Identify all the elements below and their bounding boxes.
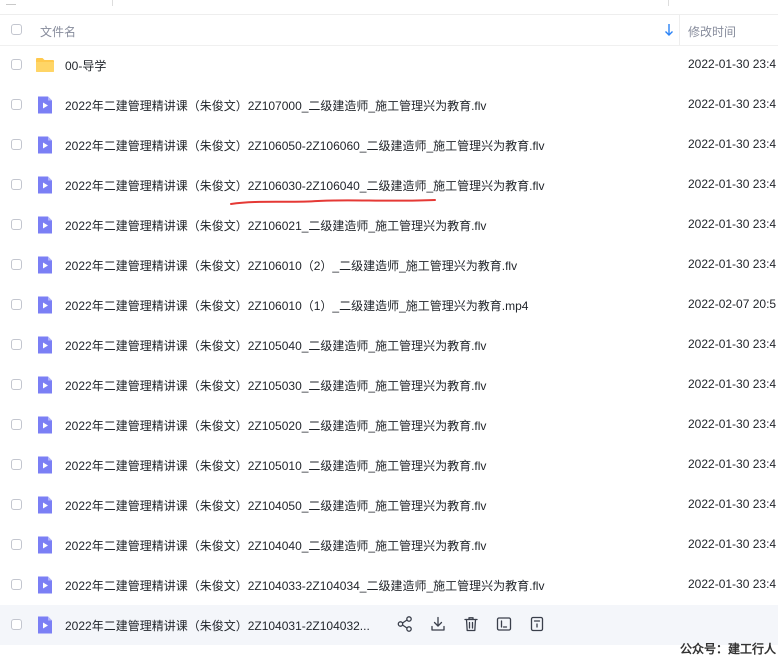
video-file-icon [35,215,55,240]
modified-time: 2022-01-30 23:4 [688,177,777,191]
top-toolbar-edge [0,0,778,15]
file-name[interactable]: 2022年二建管理精讲课（朱俊文）2Z105010_二级建造师_施工管理兴为教育… [65,457,486,474]
file-name[interactable]: 2022年二建管理精讲课（朱俊文）2Z105040_二级建造师_施工管理兴为教育… [65,337,486,354]
file-row[interactable]: 2022年二建管理精讲课（朱俊文）2Z104050_二级建造师_施工管理兴为教育… [0,485,778,525]
modified-time: 2022-01-30 23:4 [688,57,777,71]
sort-descending-icon[interactable] [664,23,674,37]
file-row[interactable]: 2022年二建管理精讲课（朱俊文）2Z106010（1）_二级建造师_施工管理兴… [0,285,778,325]
file-name[interactable]: 2022年二建管理精讲课（朱俊文）2Z105020_二级建造师_施工管理兴为教育… [65,417,486,434]
file-list-page: 文件名 修改时间 00-导学 2022-01-30 23:4 2022年二建管理精讲… [0,0,778,657]
file-row[interactable]: 2022年二建管理精讲课（朱俊文）2Z104031-2Z104032... [0,605,778,645]
row-checkbox[interactable] [11,139,22,150]
video-file-icon [35,575,55,600]
video-file-icon [35,375,55,400]
row-checkbox[interactable] [11,379,22,390]
file-row[interactable]: 2022年二建管理精讲课（朱俊文）2Z106010（2）_二级建造师_施工管理兴… [0,245,778,285]
video-file-icon [35,175,55,200]
row-checkbox[interactable] [11,59,22,70]
video-file-icon [35,135,55,160]
modified-time: 2022-01-30 23:4 [688,577,777,591]
file-row[interactable]: 2022年二建管理精讲课（朱俊文）2Z105040_二级建造师_施工管理兴为教育… [0,325,778,365]
file-row[interactable]: 2022年二建管理精讲课（朱俊文）2Z105020_二级建造师_施工管理兴为教育… [0,405,778,445]
modified-time: 2022-01-30 23:4 [688,377,777,391]
row-checkbox[interactable] [11,339,22,350]
column-divider[interactable] [679,15,680,45]
video-file-icon [35,255,55,280]
modified-time: 2022-01-30 23:4 [688,257,777,271]
file-name[interactable]: 2022年二建管理精讲课（朱俊文）2Z104033-2Z104034_二级建造师… [65,577,544,594]
file-name[interactable]: 2022年二建管理精讲课（朱俊文）2Z107000_二级建造师_施工管理兴为教育… [65,97,486,114]
row-checkbox[interactable] [11,459,22,470]
video-file-icon [35,415,55,440]
rename-icon[interactable] [495,615,513,633]
row-checkbox[interactable] [11,539,22,550]
row-checkbox[interactable] [11,99,22,110]
toolbar-divider [668,0,669,6]
file-name[interactable]: 2022年二建管理精讲课（朱俊文）2Z106030-2Z106040_二级建造师… [65,177,544,194]
video-file-icon [35,495,55,520]
file-row[interactable]: 2022年二建管理精讲课（朱俊文）2Z105010_二级建造师_施工管理兴为教育… [0,445,778,485]
modified-time: 2022-01-30 23:4 [688,217,777,231]
file-row[interactable]: 2022年二建管理精讲课（朱俊文）2Z107000_二级建造师_施工管理兴为教育… [0,85,778,125]
modified-time: 2022-01-30 23:4 [688,537,777,551]
video-file-icon [35,455,55,480]
select-all-checkbox[interactable] [11,24,22,35]
row-checkbox[interactable] [11,579,22,590]
row-checkbox[interactable] [11,299,22,310]
modified-time: 2022-01-30 23:4 [688,337,777,351]
row-checkbox[interactable] [11,419,22,430]
delete-icon[interactable] [462,615,480,633]
folder-icon [35,55,55,80]
row-checkbox[interactable] [11,179,22,190]
file-name[interactable]: 00-导学 [65,57,106,74]
file-name[interactable]: 2022年二建管理精讲课（朱俊文）2Z106010（1）_二级建造师_施工管理兴… [65,297,528,314]
modified-time: 2022-01-30 23:4 [688,497,777,511]
video-file-icon [35,295,55,320]
red-annotation-underline [230,199,436,205]
row-checkbox[interactable] [11,259,22,270]
file-row[interactable]: 2022年二建管理精讲课（朱俊文）2Z106021_二级建造师_施工管理兴为教育… [0,205,778,245]
column-header-modified-time[interactable]: 修改时间 [688,23,736,40]
share-icon[interactable] [396,615,414,633]
modified-time: 2022-02-07 20:5 [688,297,777,311]
file-name[interactable]: 2022年二建管理精讲课（朱俊文）2Z106021_二级建造师_施工管理兴为教育… [65,217,486,234]
file-name[interactable]: 2022年二建管理精讲课（朱俊文）2Z106050-2Z106060_二级建造师… [65,137,544,154]
row-checkbox[interactable] [11,499,22,510]
toolbar-edge-mark [6,0,16,5]
video-file-icon [35,95,55,120]
file-row[interactable]: 2022年二建管理精讲课（朱俊文）2Z106050-2Z106060_二级建造师… [0,125,778,165]
file-row[interactable]: 00-导学 2022-01-30 23:4 [0,45,778,85]
video-file-icon [35,335,55,360]
row-checkbox[interactable] [11,619,22,630]
modified-time: 2022-01-30 23:4 [688,457,777,471]
modified-time: 2022-01-30 23:4 [688,97,777,111]
more-icon[interactable] [528,615,546,633]
modified-time: 2022-01-30 23:4 [688,137,777,151]
video-file-icon [35,615,55,640]
row-checkbox[interactable] [11,219,22,230]
file-name[interactable]: 2022年二建管理精讲课（朱俊文）2Z106010（2）_二级建造师_施工管理兴… [65,257,517,274]
column-header-name[interactable]: 文件名 [40,23,76,40]
file-row[interactable]: 2022年二建管理精讲课（朱俊文）2Z105030_二级建造师_施工管理兴为教育… [0,365,778,405]
file-row[interactable]: 2022年二建管理精讲课（朱俊文）2Z104040_二级建造师_施工管理兴为教育… [0,525,778,565]
video-file-icon [35,535,55,560]
toolbar-divider [112,0,113,6]
file-name[interactable]: 2022年二建管理精讲课（朱俊文）2Z104031-2Z104032... [65,617,370,634]
file-name[interactable]: 2022年二建管理精讲课（朱俊文）2Z104050_二级建造师_施工管理兴为教育… [65,497,486,514]
file-name[interactable]: 2022年二建管理精讲课（朱俊文）2Z104040_二级建造师_施工管理兴为教育… [65,537,486,554]
file-list-header: 文件名 修改时间 [0,15,778,46]
download-icon[interactable] [429,615,447,633]
file-name[interactable]: 2022年二建管理精讲课（朱俊文）2Z105030_二级建造师_施工管理兴为教育… [65,377,486,394]
watermark-text: 公众号：建工行人 [679,642,776,656]
modified-time: 2022-01-30 23:4 [688,417,777,431]
file-row[interactable]: 2022年二建管理精讲课（朱俊文）2Z104033-2Z104034_二级建造师… [0,565,778,605]
